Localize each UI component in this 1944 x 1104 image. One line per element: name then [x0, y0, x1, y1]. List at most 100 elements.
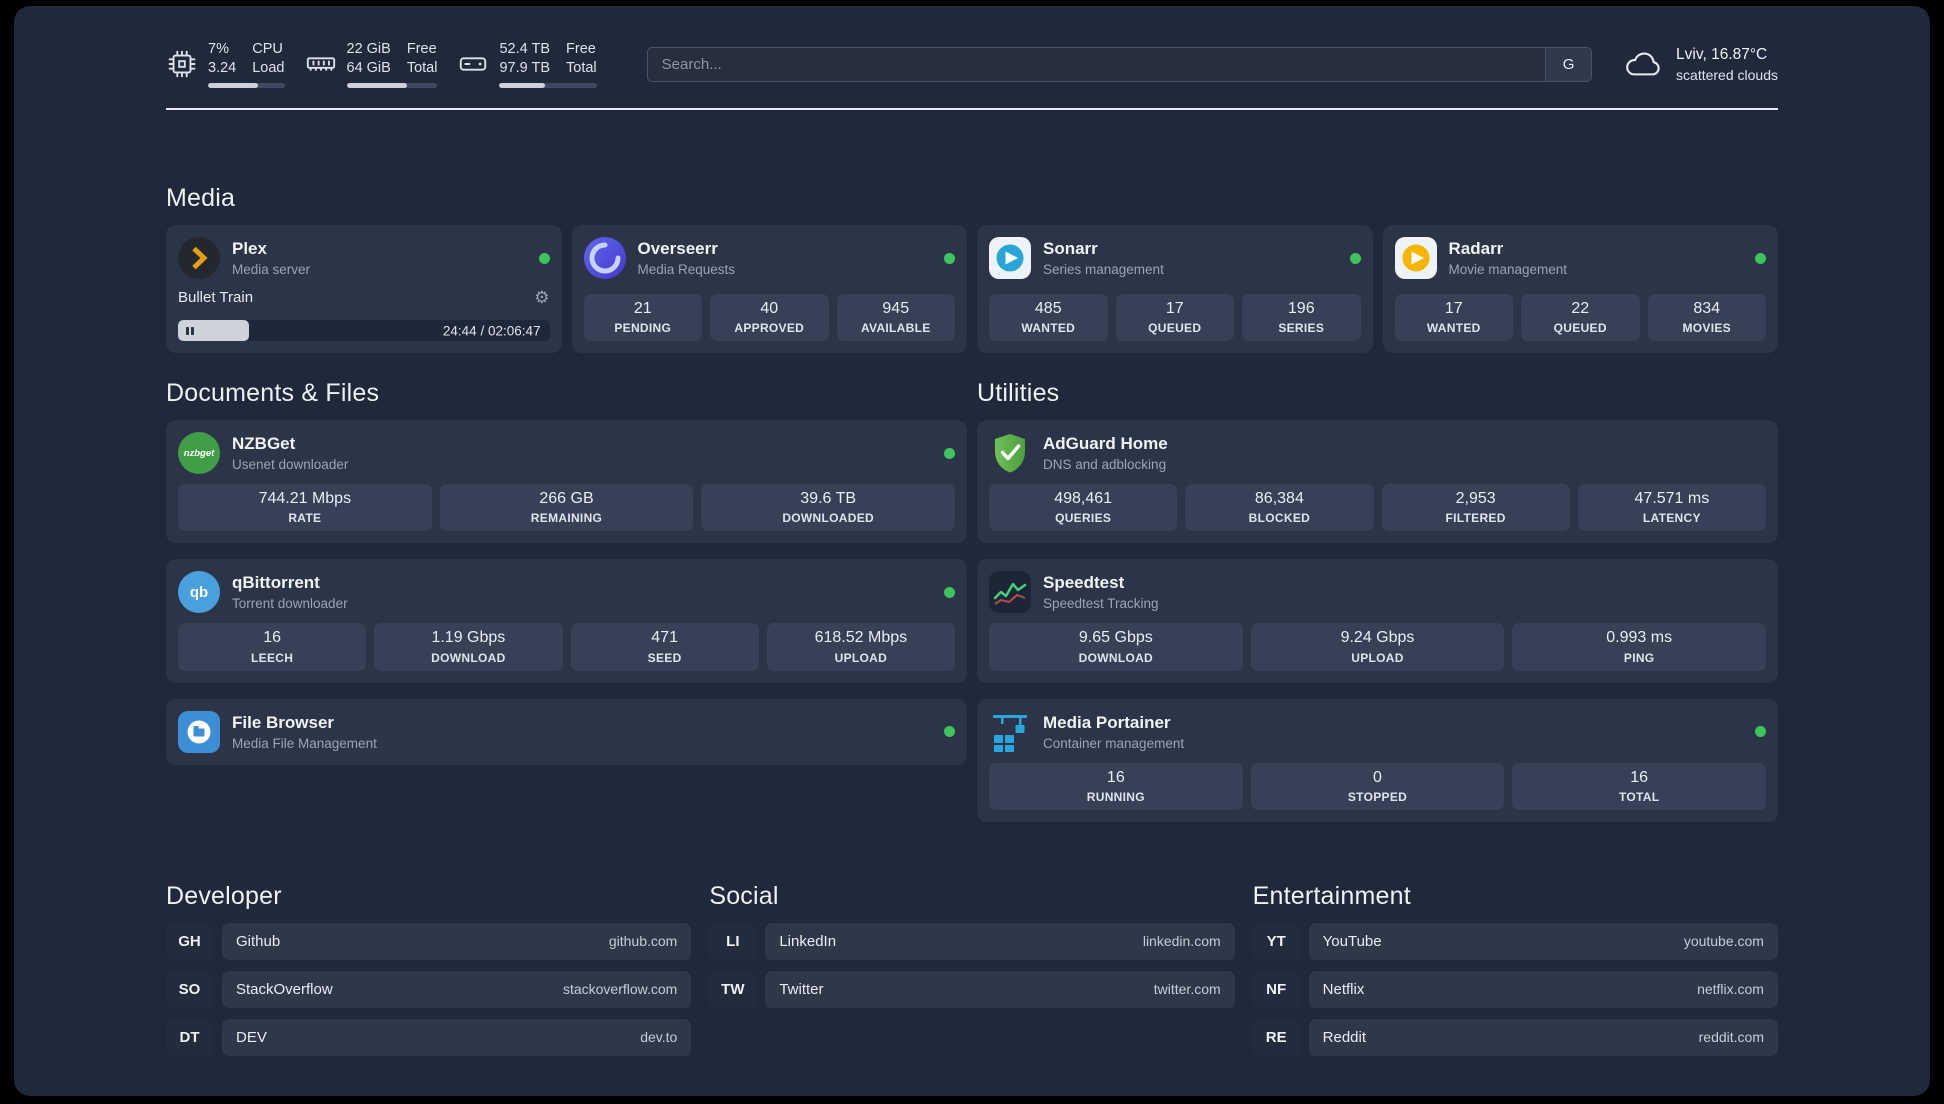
bookmark-url: dev.to — [640, 1029, 678, 1046]
bookmark-name: Github — [236, 932, 281, 950]
service-card-portainer[interactable]: Media Portainer Container management 16 … — [977, 698, 1778, 822]
service-card-qbittorrent[interactable]: qb qBittorrent Torrent downloader 16 LEE… — [166, 559, 967, 683]
storage-progress-fill — [499, 83, 546, 89]
cpu-widget: 7% 3.24 CPU Load — [166, 40, 285, 89]
plex-icon — [178, 237, 220, 280]
bookmark-url: stackoverflow.com — [562, 981, 678, 998]
section-title-media: Media — [166, 184, 236, 213]
bookmark-github[interactable]: GH Github github.com — [166, 922, 692, 960]
stat-filtered: 2,953 FILTERED — [1381, 484, 1570, 532]
storage-widget: 52.4 TB 97.9 TB Free Total — [457, 40, 597, 89]
memory-label-bottom: Total — [406, 60, 438, 77]
service-name: NZBGet — [232, 434, 296, 454]
section-title-documents: Documents & Files — [166, 379, 380, 408]
bookmark-abbr: YT — [1252, 922, 1300, 960]
stat-seed: 471 SEED — [570, 623, 759, 671]
bookmark-twitter[interactable]: TW Twitter twitter.com — [709, 970, 1235, 1008]
service-name: File Browser — [232, 712, 335, 732]
service-card-plex[interactable]: Plex Media server Bullet Train ⚙ 24:44 /… — [166, 225, 562, 354]
cpu-load: 3.24 — [208, 60, 237, 77]
service-description: Container management — [1043, 735, 1185, 751]
service-name: Plex — [232, 239, 267, 259]
gear-icon[interactable]: ⚙ — [534, 289, 549, 306]
stat-available: 945 AVAILABLE — [836, 294, 955, 342]
bookmark-stackoverflow[interactable]: SO StackOverflow stackoverflow.com — [166, 970, 692, 1008]
now-playing-title: Bullet Train — [178, 289, 254, 307]
bookmark-reddit[interactable]: RE Reddit reddit.com — [1252, 1018, 1778, 1056]
bookmark-group-social: Social LI LinkedIn linkedin.com TW Twitt… — [709, 882, 1235, 1067]
bookmark-url: twitter.com — [1153, 981, 1221, 998]
search-input[interactable] — [647, 47, 1546, 81]
stat-queued: 22 QUEUED — [1521, 294, 1640, 342]
service-name: Sonarr — [1043, 239, 1098, 259]
bookmark-abbr: GH — [166, 922, 213, 960]
memory-free: 22 GiB — [346, 41, 391, 57]
bookmark-url: youtube.com — [1683, 933, 1764, 950]
storage-free: 52.4 TB — [499, 41, 551, 57]
service-card-sonarr[interactable]: Sonarr Series management 485 WANTED 17 Q… — [977, 225, 1373, 354]
bookmark-linkedin[interactable]: LI LinkedIn linkedin.com — [709, 922, 1235, 960]
cpu-icon — [166, 48, 198, 80]
pause-icon — [186, 326, 194, 335]
stat-pending: 21 PENDING — [583, 294, 702, 342]
bookmark-url: linkedin.com — [1142, 933, 1221, 950]
stat-latency: 47.571 ms LATENCY — [1577, 484, 1766, 532]
qbittorrent-icon: qb — [178, 571, 220, 614]
service-description: Speedtest Tracking — [1043, 596, 1159, 612]
service-card-adguard[interactable]: AdGuard Home DNS and adblocking 498,461 … — [977, 420, 1778, 544]
bookmark-name: StackOverflow — [236, 980, 333, 998]
stat-wanted: 485 WANTED — [989, 294, 1108, 342]
stat-series: 196 SERIES — [1242, 294, 1361, 342]
stat-total: 16 TOTAL — [1512, 762, 1766, 810]
bookmark-name: Reddit — [1322, 1028, 1367, 1046]
stat-upload: 9.24 Gbps UPLOAD — [1250, 623, 1505, 671]
memory-total: 64 GiB — [346, 60, 391, 77]
cpu-label-top: CPU — [252, 41, 283, 57]
bookmark-abbr: TW — [709, 970, 757, 1008]
stat-wanted: 17 WANTED — [1394, 294, 1513, 342]
service-card-speedtest[interactable]: Speedtest Speedtest Tracking 9.65 Gbps D… — [977, 559, 1778, 683]
section-title-developer: Developer — [166, 881, 282, 910]
filebrowser-icon — [178, 710, 220, 753]
adguard-icon — [989, 432, 1031, 474]
search-bar: G — [646, 46, 1593, 82]
bookmark-dev[interactable]: DT DEV dev.to — [166, 1018, 692, 1056]
storage-label-bottom: Total — [566, 60, 597, 77]
service-card-nzbget[interactable]: nzbget NZBGet Usenet downloader 744.21 M… — [166, 420, 967, 544]
stat-upload: 618.52 Mbps UPLOAD — [766, 623, 955, 671]
search-engine-button[interactable]: G — [1545, 47, 1592, 81]
bookmark-abbr: SO — [166, 970, 213, 1008]
service-description: Torrent downloader — [232, 596, 348, 612]
section-documents: Documents & Files nzbget NZBGet Usenet d… — [166, 379, 967, 765]
playback-progress-fill — [178, 320, 249, 342]
service-card-radarr[interactable]: Radarr Movie management 17 WANTED 22 QUE… — [1382, 225, 1778, 354]
status-dot — [1755, 726, 1766, 738]
bookmark-abbr: DT — [166, 1018, 213, 1056]
cpu-progress-bar — [208, 83, 285, 89]
topbar-divider — [166, 108, 1778, 111]
stat-running: 16 RUNNING — [989, 762, 1243, 810]
bookmark-abbr: RE — [1252, 1018, 1300, 1056]
stat-downloaded: 39.6 TB DOWNLOADED — [701, 484, 955, 532]
weather-location: Lviv, 16.87°C — [1676, 45, 1768, 63]
sonarr-icon — [989, 237, 1031, 280]
service-card-filebrowser[interactable]: File Browser Media File Management — [166, 698, 967, 765]
service-card-overseerr[interactable]: Overseerr Media Requests 21 PENDING 40 A… — [571, 225, 967, 354]
bookmark-netflix[interactable]: NF Netflix netflix.com — [1252, 970, 1778, 1008]
bookmark-name: Netflix — [1322, 980, 1365, 998]
bookmark-youtube[interactable]: YT YouTube youtube.com — [1252, 922, 1778, 960]
storage-icon — [457, 48, 489, 80]
stat-download: 9.65 Gbps DOWNLOAD — [989, 623, 1243, 671]
memory-progress-fill — [346, 83, 407, 89]
bookmark-url: reddit.com — [1698, 1029, 1764, 1046]
section-utilities: Utilities AdGuard Home DNS and adblockin… — [977, 379, 1778, 822]
service-name: Radarr — [1448, 239, 1504, 259]
bookmark-name: YouTube — [1322, 932, 1382, 950]
memory-label-top: Free — [406, 41, 437, 57]
bookmark-url: github.com — [608, 933, 678, 950]
speedtest-icon — [989, 571, 1031, 614]
bookmark-abbr: NF — [1252, 970, 1300, 1008]
playback-progress-bar[interactable]: 24:44 / 02:06:47 — [178, 320, 550, 342]
weather-widget[interactable]: Lviv, 16.87°C scattered clouds — [1622, 46, 1778, 83]
portainer-icon — [989, 711, 1031, 753]
